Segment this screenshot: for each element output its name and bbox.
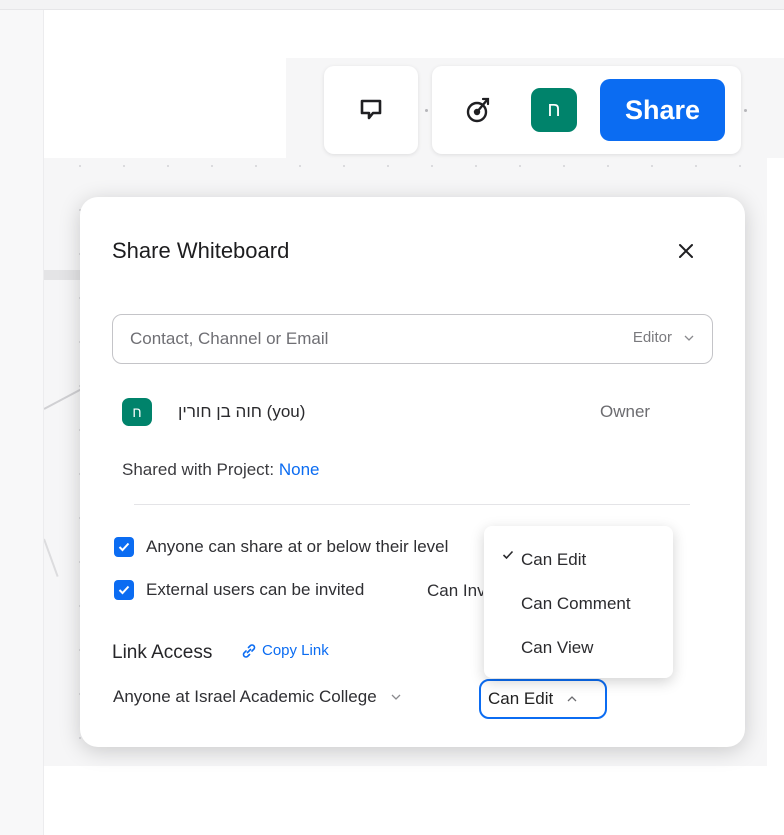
chevron-down-icon — [391, 694, 401, 700]
comment-button[interactable] — [324, 66, 418, 154]
check-icon — [502, 550, 514, 560]
follow-button[interactable] — [456, 88, 500, 132]
link-scope-select[interactable]: Anyone at Israel Academic College — [113, 687, 401, 707]
option-external-users[interactable]: External users can be invited — [114, 580, 364, 600]
canvas-line — [44, 538, 59, 577]
chevron-up-icon — [567, 696, 577, 702]
toolbar-separator — [744, 109, 747, 112]
menu-item-label: Can Edit — [521, 550, 587, 569]
permission-menu: Can Edit Can Comment Can View — [484, 526, 673, 678]
check-icon — [118, 585, 130, 595]
top-bar — [0, 0, 784, 10]
link-icon — [242, 643, 256, 658]
invite-role-label: Editor — [632, 329, 672, 346]
chevron-down-icon — [684, 335, 694, 341]
menu-item-can-edit[interactable]: Can Edit — [484, 539, 673, 579]
menu-item-can-comment[interactable]: Can Comment — [484, 583, 673, 623]
shared-with-label: Shared with Project: — [122, 460, 275, 479]
checkbox-checked[interactable] — [114, 580, 134, 600]
copy-link-button[interactable]: Copy Link — [241, 642, 329, 659]
close-button[interactable] — [672, 237, 700, 265]
comment-icon — [360, 99, 382, 120]
member-row: ח חוה בן חורין (you) Owner — [122, 396, 682, 428]
link-access-label: Link Access — [112, 642, 213, 663]
user-avatar[interactable]: ח — [531, 88, 577, 132]
copy-link-label: Copy Link — [262, 642, 329, 659]
option-label: Anyone can share at or below their level — [146, 537, 449, 556]
share-button[interactable]: Share — [600, 79, 725, 141]
shared-with-value-link[interactable]: None — [279, 460, 320, 479]
link-permission-label: Can Edit — [488, 689, 554, 708]
option-share-at-level[interactable]: Anyone can share at or below their level — [114, 537, 448, 557]
toolbar-separator — [425, 109, 428, 112]
invite-input[interactable] — [114, 316, 584, 362]
checkbox-checked[interactable] — [114, 537, 134, 557]
radar-icon — [466, 97, 490, 123]
member-name: חוה בן חורין (you) — [178, 402, 306, 421]
menu-item-label: Can View — [521, 638, 594, 657]
check-icon — [118, 542, 130, 552]
link-scope-label: Anyone at Israel Academic College — [113, 687, 377, 706]
close-icon — [679, 244, 693, 258]
member-role: Owner — [600, 402, 651, 421]
avatar: ח — [122, 398, 152, 426]
external-invite-permission[interactable]: Can Invite — [427, 581, 483, 601]
dialog-title: Share Whiteboard — [112, 238, 290, 263]
link-permission-select[interactable]: Can Edit — [479, 679, 607, 719]
menu-item-can-view[interactable]: Can View — [484, 627, 673, 667]
divider — [134, 504, 690, 505]
invite-role-select[interactable]: Editor — [633, 329, 694, 346]
shared-with-project: Shared with Project: None — [122, 460, 320, 480]
option-label: External users can be invited — [146, 580, 365, 599]
invite-field: Editor — [112, 314, 713, 364]
left-strip — [0, 10, 44, 835]
menu-item-label: Can Comment — [521, 594, 631, 613]
